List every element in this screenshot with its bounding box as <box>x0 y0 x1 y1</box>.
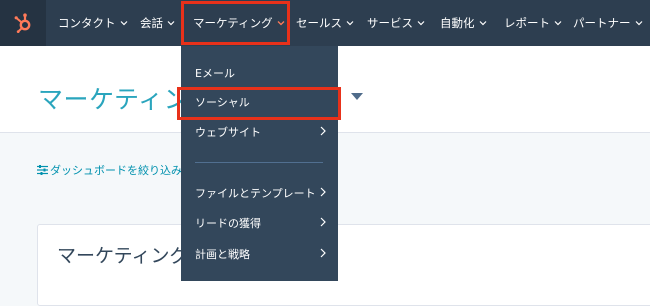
caret-down-icon[interactable] <box>351 93 363 100</box>
nav-item-sales[interactable]: セールス <box>296 0 354 46</box>
chevron-down-icon <box>479 20 487 26</box>
chevron-down-icon <box>635 20 643 26</box>
nav-item-label: レポート <box>504 16 550 30</box>
nav-item-label: コンタクト <box>58 16 116 30</box>
marketing-dropdown-menu: Eメール ソーシャル ウェブサイト ファイルとテンプレート リードの獲得 計画と… <box>181 46 338 281</box>
menu-item-website[interactable]: ウェブサイト <box>181 117 338 147</box>
chevron-down-icon <box>346 20 354 26</box>
menu-item-label: リードの獲得 <box>195 217 261 230</box>
nav-item-label: 自動化 <box>440 16 475 30</box>
menu-item-lead-capture[interactable]: リードの獲得 <box>181 208 338 238</box>
menu-item-files-templates[interactable]: ファイルとテンプレート <box>181 178 338 208</box>
menu-item-email[interactable]: Eメール <box>181 58 338 88</box>
hubspot-logo[interactable] <box>0 0 46 46</box>
nav-item-contacts[interactable]: コンタクト <box>58 0 128 46</box>
nav-item-label: セールス <box>296 16 342 30</box>
chevron-right-icon <box>320 217 326 227</box>
menu-item-label: ウェブサイト <box>195 126 261 139</box>
menu-divider <box>195 162 323 163</box>
filter-dashboard-link[interactable]: ダッシュボードを絞り込み <box>37 162 182 178</box>
chevron-down-icon <box>277 20 285 26</box>
nav-item-marketing[interactable]: マーケティング <box>193 0 285 46</box>
chevron-down-icon <box>167 20 175 26</box>
filter-icon <box>37 165 48 175</box>
chevron-down-icon <box>417 20 425 26</box>
chevron-right-icon <box>320 126 326 136</box>
nav-item-conversations[interactable]: 会話 <box>140 0 175 46</box>
menu-item-label: Eメール <box>195 67 235 80</box>
nav-item-label: 会話 <box>140 16 163 30</box>
hubspot-sprocket-icon <box>14 13 31 33</box>
nav-item-service[interactable]: サービス <box>367 0 425 46</box>
menu-item-label: ファイルとテンプレート <box>195 187 316 200</box>
nav-item-label: パートナー <box>573 16 631 30</box>
top-navigation-bar: コンタクト 会話 マーケティング セールス サービス 自動化 レポート パートナ… <box>0 0 650 46</box>
nav-item-reports[interactable]: レポート <box>504 0 562 46</box>
chevron-down-icon <box>554 20 562 26</box>
menu-item-label: ソーシャル <box>195 96 250 109</box>
card-title: マーケティング <box>57 245 189 267</box>
filter-dashboard-label: ダッシュボードを絞り込み <box>50 164 182 177</box>
nav-item-partners[interactable]: パートナー <box>573 0 643 46</box>
menu-item-label: 計画と戦略 <box>195 248 250 261</box>
nav-item-label: マーケティング <box>193 16 273 30</box>
nav-item-automation[interactable]: 自動化 <box>440 0 487 46</box>
menu-item-social[interactable]: ソーシャル <box>181 87 338 117</box>
chevron-down-icon <box>120 20 128 26</box>
nav-item-label: サービス <box>367 16 413 30</box>
chevron-right-icon <box>320 248 326 258</box>
chevron-right-icon <box>320 187 326 197</box>
menu-item-planning-strategy[interactable]: 計画と戦略 <box>181 239 338 269</box>
